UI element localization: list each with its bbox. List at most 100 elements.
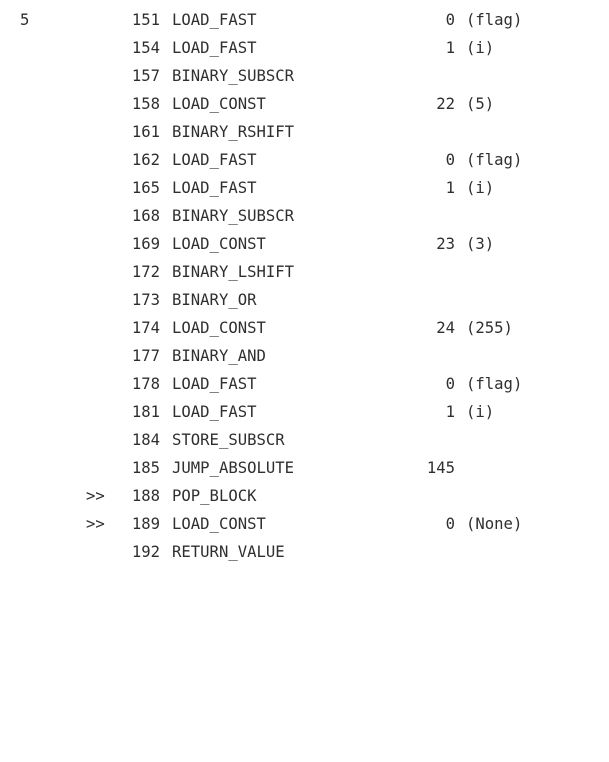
- opcode-argument: 23: [436, 235, 455, 253]
- bytecode-offset: 178: [131, 375, 160, 393]
- bytecode-offset: 165: [131, 179, 160, 197]
- opcode-argument: 24: [436, 319, 455, 337]
- disassembly-row: 162 LOAD_FAST 0 (flag): [0, 146, 609, 174]
- bytecode-offset: 162: [131, 151, 160, 169]
- jump-target-marker: [86, 118, 112, 146]
- opcode-name: LOAD_CONST: [172, 515, 266, 533]
- argument-description: (5): [466, 95, 495, 113]
- disassembly-row: 168 BINARY_SUBSCR: [0, 202, 609, 230]
- argument-description: [466, 454, 596, 482]
- jump-target-marker: [86, 426, 112, 454]
- opcode-name: LOAD_FAST: [172, 151, 257, 169]
- disassembly-row: 172 BINARY_LSHIFT: [0, 258, 609, 286]
- opcode-argument: [400, 118, 455, 146]
- bytecode-offset: 177: [131, 347, 160, 365]
- bytecode-offset: 157: [131, 67, 160, 85]
- opcode-name: LOAD_FAST: [172, 403, 257, 421]
- jump-target-marker: [86, 6, 112, 34]
- disassembly-row: >> 189 LOAD_CONST 0 (None): [0, 510, 609, 538]
- opcode-argument: [400, 202, 455, 230]
- disassembly-row: 158 LOAD_CONST 22 (5): [0, 90, 609, 118]
- opcode-name: LOAD_CONST: [172, 319, 266, 337]
- bytecode-offset: 158: [131, 95, 160, 113]
- opcode-name: BINARY_SUBSCR: [172, 67, 295, 85]
- jump-target-marker: [86, 146, 112, 174]
- opcode-name: BINARY_LSHIFT: [172, 263, 295, 281]
- opcode-name: STORE_SUBSCR: [172, 431, 285, 449]
- bytecode-offset: 169: [131, 235, 160, 253]
- opcode-argument: [400, 62, 455, 90]
- opcode-name: BINARY_AND: [172, 347, 266, 365]
- disassembly-row: 161 BINARY_RSHIFT: [0, 118, 609, 146]
- disassembly-row: 185 JUMP_ABSOLUTE 145: [0, 454, 609, 482]
- argument-description: [466, 426, 596, 454]
- opcode-argument: 1: [445, 39, 455, 57]
- opcode-name: LOAD_FAST: [172, 375, 257, 393]
- bytecode-offset: 151: [131, 11, 160, 29]
- argument-description: [466, 538, 596, 566]
- opcode-name: LOAD_CONST: [172, 95, 266, 113]
- bytecode-offset: 188: [131, 487, 160, 505]
- bytecode-offset: 189: [131, 515, 160, 533]
- opcode-argument: 0: [445, 375, 455, 393]
- opcode-argument: [400, 286, 455, 314]
- jump-target-marker: [86, 258, 112, 286]
- argument-description: (i): [466, 39, 495, 57]
- argument-description: [466, 62, 596, 90]
- opcode-name: BINARY_SUBSCR: [172, 207, 295, 225]
- disassembly-row: 178 LOAD_FAST 0 (flag): [0, 370, 609, 398]
- opcode-argument: 0: [445, 11, 455, 29]
- opcode-argument: 1: [445, 179, 455, 197]
- disassembly-row: 157 BINARY_SUBSCR: [0, 62, 609, 90]
- disassembly-row: 192 RETURN_VALUE: [0, 538, 609, 566]
- opcode-argument: [400, 342, 455, 370]
- jump-target-marker: [86, 62, 112, 90]
- argument-description: (flag): [466, 151, 523, 169]
- bytecode-offset: 184: [131, 431, 160, 449]
- opcode-name: LOAD_FAST: [172, 39, 257, 57]
- argument-description: (flag): [466, 11, 523, 29]
- argument-description: [466, 286, 596, 314]
- jump-target-marker: [86, 174, 112, 202]
- jump-target-marker: [86, 202, 112, 230]
- bytecode-offset: 154: [131, 39, 160, 57]
- disassembly-row: 165 LOAD_FAST 1 (i): [0, 174, 609, 202]
- bytecode-offset: 173: [131, 291, 160, 309]
- jump-target-marker: [86, 538, 112, 566]
- opcode-name: LOAD_CONST: [172, 235, 266, 253]
- bytecode-offset: 174: [131, 319, 160, 337]
- opcode-argument: [400, 426, 455, 454]
- opcode-name: JUMP_ABSOLUTE: [172, 459, 295, 477]
- jump-target-marker: [86, 286, 112, 314]
- disassembly-row: 177 BINARY_AND: [0, 342, 609, 370]
- opcode-argument: 145: [426, 459, 455, 477]
- jump-target-marker: >>: [86, 515, 105, 533]
- argument-description: (i): [466, 179, 495, 197]
- disassembly-row: 5 151 LOAD_FAST 0 (flag): [0, 6, 609, 34]
- opcode-name: POP_BLOCK: [172, 487, 257, 505]
- argument-description: [466, 258, 596, 286]
- argument-description: (255): [466, 319, 513, 337]
- jump-target-marker: [86, 230, 112, 258]
- argument-description: (flag): [466, 375, 523, 393]
- disassembly-row: >> 188 POP_BLOCK: [0, 482, 609, 510]
- argument-description: [466, 482, 596, 510]
- opcode-name: LOAD_FAST: [172, 11, 257, 29]
- opcode-argument: [400, 258, 455, 286]
- opcode-argument: 0: [445, 151, 455, 169]
- bytecode-offset: 185: [131, 459, 160, 477]
- bytecode-offset: 181: [131, 403, 160, 421]
- disassembly-row: 174 LOAD_CONST 24 (255): [0, 314, 609, 342]
- opcode-name: BINARY_RSHIFT: [172, 123, 295, 141]
- opcode-argument: 0: [445, 515, 455, 533]
- bytecode-offset: 168: [131, 207, 160, 225]
- opcode-argument: 22: [436, 95, 455, 113]
- disassembly-row: 154 LOAD_FAST 1 (i): [0, 34, 609, 62]
- argument-description: (i): [466, 403, 495, 421]
- jump-target-marker: [86, 34, 112, 62]
- jump-target-marker: [86, 342, 112, 370]
- bytecode-offset: 172: [131, 263, 160, 281]
- argument-description: [466, 118, 596, 146]
- bytecode-offset: 161: [131, 123, 160, 141]
- argument-description: [466, 202, 596, 230]
